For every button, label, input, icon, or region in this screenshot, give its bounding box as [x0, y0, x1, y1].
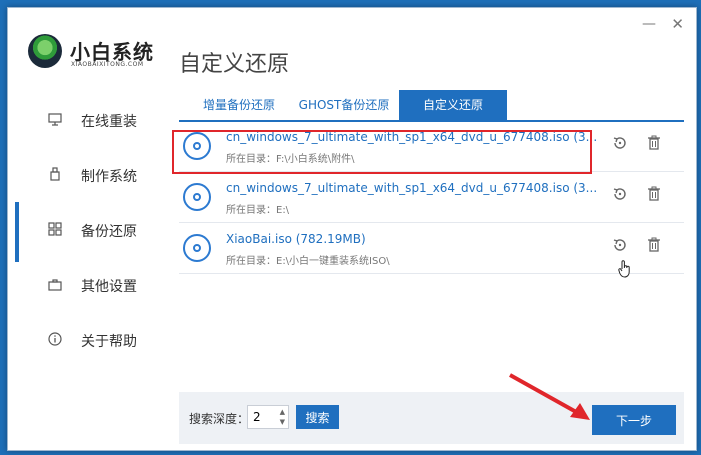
sidebar-item-backup-restore[interactable]: 备份还原 [8, 202, 166, 262]
app-window: — ✕ 小白系统 XIAOBAIXITONG.COM 在线重装 制作系统 备份还… [7, 7, 697, 451]
file-path: 所在目录：E:\小白一键重装系统ISO\ [226, 256, 390, 267]
sidebar-item-about-help[interactable]: 关于帮助 [8, 324, 166, 360]
restore-icon[interactable] [610, 186, 630, 206]
page-title: 自定义还原 [179, 52, 290, 77]
bottom-bar: 搜索深度： ▲ ▼ 搜索 下一步 [179, 392, 684, 444]
restore-icon[interactable] [610, 237, 630, 257]
backup-icon [46, 214, 64, 250]
minimize-button[interactable]: — [642, 16, 656, 32]
search-depth-label: 搜索深度： [189, 412, 250, 426]
file-path: 所在目录：E:\ [226, 205, 290, 216]
search-button[interactable]: 搜索 [296, 405, 339, 429]
search-depth-input[interactable] [248, 406, 281, 428]
hand-cursor-icon [618, 260, 632, 282]
sidebar-item-label: 备份还原 [81, 224, 137, 240]
sidebar-item-make-system[interactable]: 制作系统 [8, 159, 166, 195]
sidebar-item-label: 关于帮助 [81, 334, 137, 350]
sidebar-item-label: 在线重装 [81, 114, 137, 130]
sidebar-item-other-settings[interactable]: 其他设置 [8, 269, 166, 305]
trash-icon[interactable] [644, 237, 664, 257]
info-icon [46, 324, 64, 360]
list-item[interactable]: cn_windows_7_ultimate_with_sp1_x64_dvd_u… [179, 172, 684, 223]
close-button[interactable]: ✕ [671, 16, 684, 32]
file-name: cn_windows_7_ultimate_with_sp1_x64_dvd_u… [226, 181, 598, 195]
stepper-up-icon[interactable]: ▲ [280, 408, 285, 416]
monitor-icon [46, 104, 64, 140]
logo-icon [28, 34, 62, 68]
next-step-button[interactable]: 下一步 [592, 405, 676, 435]
stepper-down-icon[interactable]: ▼ [280, 418, 285, 426]
usb-icon [46, 159, 64, 195]
tab-incremental-restore[interactable]: 增量备份还原 [189, 90, 289, 120]
restore-icon[interactable] [610, 135, 630, 155]
list-item[interactable]: XiaoBai.iso (782.19MB) 所在目录：E:\小白一键重装系统I… [179, 223, 684, 274]
trash-icon[interactable] [644, 186, 664, 206]
file-name: XiaoBai.iso (782.19MB) [226, 232, 366, 246]
highlight-box [172, 130, 592, 174]
sidebar-item-online-reinstall[interactable]: 在线重装 [8, 104, 166, 140]
tab-ghost-restore[interactable]: GHOST备份还原 [294, 90, 394, 120]
briefcase-icon [46, 269, 64, 305]
disc-icon [183, 183, 211, 211]
annotation-arrow-icon [509, 373, 590, 420]
trash-icon[interactable] [644, 135, 664, 155]
search-depth-stepper[interactable]: ▲ ▼ [247, 405, 289, 429]
sidebar-item-label: 其他设置 [81, 279, 137, 295]
tab-custom-restore[interactable]: 自定义还原 [399, 90, 507, 120]
logo-subtitle: XIAOBAIXITONG.COM [71, 61, 144, 68]
tab-bar: 增量备份还原 GHOST备份还原 自定义还原 [179, 90, 684, 122]
disc-icon [183, 234, 211, 262]
sidebar: 小白系统 XIAOBAIXITONG.COM 在线重装 制作系统 备份还原 其他… [8, 8, 166, 450]
sidebar-item-label: 制作系统 [81, 169, 137, 185]
